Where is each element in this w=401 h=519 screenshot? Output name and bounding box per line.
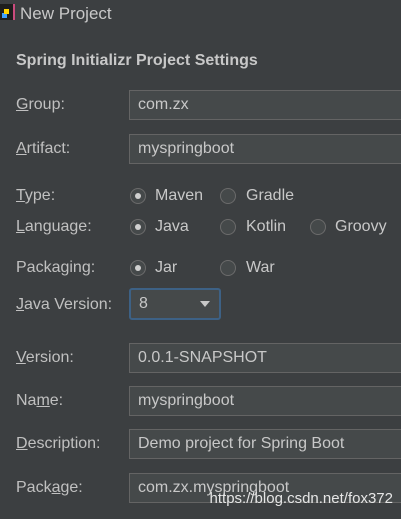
name-label: Name:: [16, 392, 64, 409]
language-label: Language:: [16, 218, 92, 235]
watermark: https://blog.csdn.net/fox372: [209, 490, 393, 507]
language-kotlin-label: Kotlin: [246, 218, 287, 235]
packaging-jar-radio[interactable]: [130, 260, 146, 276]
language-kotlin-radio[interactable]: [220, 219, 236, 235]
packaging-war-label: War: [246, 259, 275, 276]
version-field[interactable]: 0.0.1-SNAPSHOT: [129, 343, 401, 373]
packaging-jar-label: Jar: [155, 259, 178, 276]
intellij-icon: [0, 4, 15, 20]
name-field[interactable]: myspringboot: [129, 386, 401, 416]
language-groovy-label: Groovy: [335, 218, 387, 235]
version-label: Version:: [16, 349, 74, 366]
package-label: Package:: [16, 479, 83, 496]
packaging-label: Packaging:: [16, 259, 96, 276]
section-title: Spring Initializr Project Settings: [16, 52, 258, 69]
type-maven-radio[interactable]: [130, 188, 146, 204]
type-label: Type:: [16, 187, 56, 204]
group-field[interactable]: com.zx: [129, 90, 401, 120]
group-label: Group:: [16, 96, 65, 113]
java-version-select[interactable]: 8: [129, 288, 221, 320]
type-gradle-label: Gradle: [246, 187, 295, 204]
artifact-label: Artifact:: [16, 140, 71, 157]
description-label: Description:: [16, 435, 101, 452]
java-version-value: 8: [139, 295, 148, 312]
java-version-label: Java Version:: [16, 296, 113, 313]
language-groovy-radio[interactable]: [310, 219, 326, 235]
description-field[interactable]: Demo project for Spring Boot: [129, 429, 401, 459]
chevron-down-icon: [200, 301, 210, 307]
artifact-field[interactable]: myspringboot: [129, 134, 401, 164]
language-java-radio[interactable]: [130, 219, 146, 235]
title-bar: New Project: [0, 0, 401, 28]
packaging-war-radio[interactable]: [220, 260, 236, 276]
window-title: New Project: [20, 4, 112, 23]
language-java-label: Java: [155, 218, 189, 235]
type-gradle-radio[interactable]: [220, 188, 236, 204]
type-maven-label: Maven: [155, 187, 204, 204]
